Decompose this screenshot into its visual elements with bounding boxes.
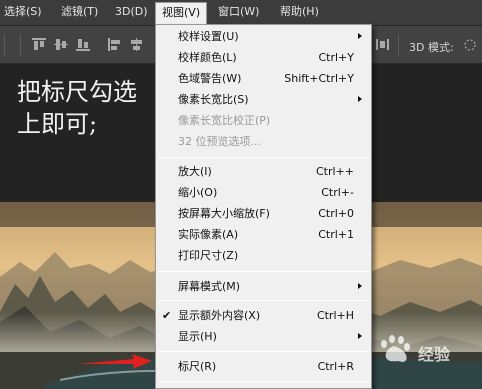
menu-item-shortcut: Ctrl++ <box>315 165 354 178</box>
menu-item-pixel-aspect-ratio[interactable]: 像素长宽比(S) <box>156 89 371 110</box>
menu-filter[interactable]: 滤镜(T) <box>61 5 98 19</box>
menu-item-label: 校样颜色(L) <box>178 51 237 64</box>
menu-item-show[interactable]: 显示(H) <box>156 326 371 347</box>
submenu-arrow-icon <box>358 96 362 102</box>
toolbar-divider <box>20 34 21 56</box>
menu-item-label: 实际像素(A) <box>178 228 239 241</box>
menu-item-label: 像素长宽比(S) <box>178 93 249 106</box>
caption-line-2: 上即可; <box>17 110 98 138</box>
caption-text: 把标尺勾选 上即可; <box>17 76 137 140</box>
menu-item-shortcut: Ctrl+H <box>316 309 354 322</box>
menu-item-shortcut: Shift+Ctrl+Y <box>284 72 354 85</box>
menu-item-32bit-preview: 32 位预览选项... <box>156 131 371 152</box>
menu-item-shortcut: Ctrl+0 <box>318 207 354 220</box>
menu-separator <box>158 300 369 301</box>
menu-bar: 选择(S) 滤镜(T) 3D(D) 视图(V) 窗口(W) 帮助(H) <box>0 0 482 26</box>
menu-item-show-extras[interactable]: ✔ 显示额外内容(X) Ctrl+H <box>156 305 371 326</box>
menu-window[interactable]: 窗口(W) <box>218 5 259 19</box>
menu-item-label: 放大(I) <box>178 165 212 178</box>
menu-item-screen-mode[interactable]: 屏幕模式(M) <box>156 276 371 297</box>
menu-item-label: 像素长宽比校正(P) <box>178 114 271 127</box>
menu-item-label: 缩小(O) <box>178 186 218 199</box>
submenu-arrow-icon <box>358 33 362 39</box>
align-left-edges-icon[interactable] <box>108 38 122 51</box>
submenu-arrow-icon <box>358 283 362 289</box>
menu-separator <box>158 381 369 382</box>
align-horizontal-centers-icon[interactable] <box>130 38 144 51</box>
checkmark-icon: ✔ <box>162 309 172 322</box>
menu-item-label: 显示(H) <box>178 330 217 343</box>
watermark-text: 经验 <box>418 345 451 364</box>
distribute-icon[interactable] <box>376 38 390 51</box>
align-bottom-edges-icon[interactable] <box>76 38 90 51</box>
align-top-edges-icon[interactable] <box>32 38 46 51</box>
menu-item-zoom-in[interactable]: 放大(I) Ctrl++ <box>156 161 371 182</box>
menu-item-shortcut: Ctrl+1 <box>318 228 354 241</box>
menu-item-pixel-aspect-correction: 像素长宽比校正(P) <box>156 110 371 131</box>
menu-item-label: 屏幕模式(M) <box>178 280 241 293</box>
menu-view[interactable]: 视图(V) <box>155 2 208 24</box>
menu-item-shortcut: Ctrl+Y <box>318 51 354 64</box>
menu-item-label: 按屏幕大小缩放(F) <box>178 207 270 220</box>
menu-item-proof-setup[interactable]: 校样设置(U) <box>156 26 371 47</box>
menu-item-label: 32 位预览选项... <box>178 135 261 148</box>
menu-item-gamut-warning[interactable]: 色域警告(W) Shift+Ctrl+Y <box>156 68 371 89</box>
menu-item-label: 标尺(R) <box>178 360 217 373</box>
align-vertical-centers-icon[interactable] <box>54 38 68 51</box>
menu-separator <box>158 351 369 352</box>
menu-separator <box>158 271 369 272</box>
toolbar-divider <box>4 34 5 56</box>
toolbar-divider <box>398 34 399 56</box>
submenu-arrow-icon <box>358 333 362 339</box>
menu-item-shortcut: Ctrl+R <box>317 360 354 373</box>
menu-select[interactable]: 选择(S) <box>4 5 42 19</box>
menu-item-print-size[interactable]: 打印尺寸(Z) <box>156 245 371 266</box>
red-arrow-icon <box>78 354 152 369</box>
menu-item-label: 打印尺寸(Z) <box>178 249 239 262</box>
menu-item-label: 色域警告(W) <box>178 72 242 85</box>
menu-item-rulers[interactable]: 标尺(R) Ctrl+R <box>156 356 371 377</box>
view-menu-dropdown: 校样设置(U) 校样颜色(L) Ctrl+Y 色域警告(W) Shift+Ctr… <box>155 24 372 389</box>
menu-item-proof-colors[interactable]: 校样颜色(L) Ctrl+Y <box>156 47 371 68</box>
3d-mode-label: 3D 模式: <box>409 41 454 54</box>
menu-separator <box>158 157 369 158</box>
menu-item-shortcut: Ctrl+- <box>321 186 354 199</box>
menu-item-fit-on-screen[interactable]: 按屏幕大小缩放(F) Ctrl+0 <box>156 203 371 224</box>
caption-line-1: 把标尺勾选 <box>17 78 137 106</box>
menu-item-actual-pixels[interactable]: 实际像素(A) Ctrl+1 <box>156 224 371 245</box>
3d-rotate-icon[interactable] <box>462 38 478 52</box>
menu-3d[interactable]: 3D(D) <box>115 5 148 19</box>
menu-item-label: 校样设置(U) <box>178 30 239 43</box>
menu-item-label: 显示额外内容(X) <box>178 309 261 322</box>
menu-help[interactable]: 帮助(H) <box>280 5 319 19</box>
menu-item-zoom-out[interactable]: 缩小(O) Ctrl+- <box>156 182 371 203</box>
